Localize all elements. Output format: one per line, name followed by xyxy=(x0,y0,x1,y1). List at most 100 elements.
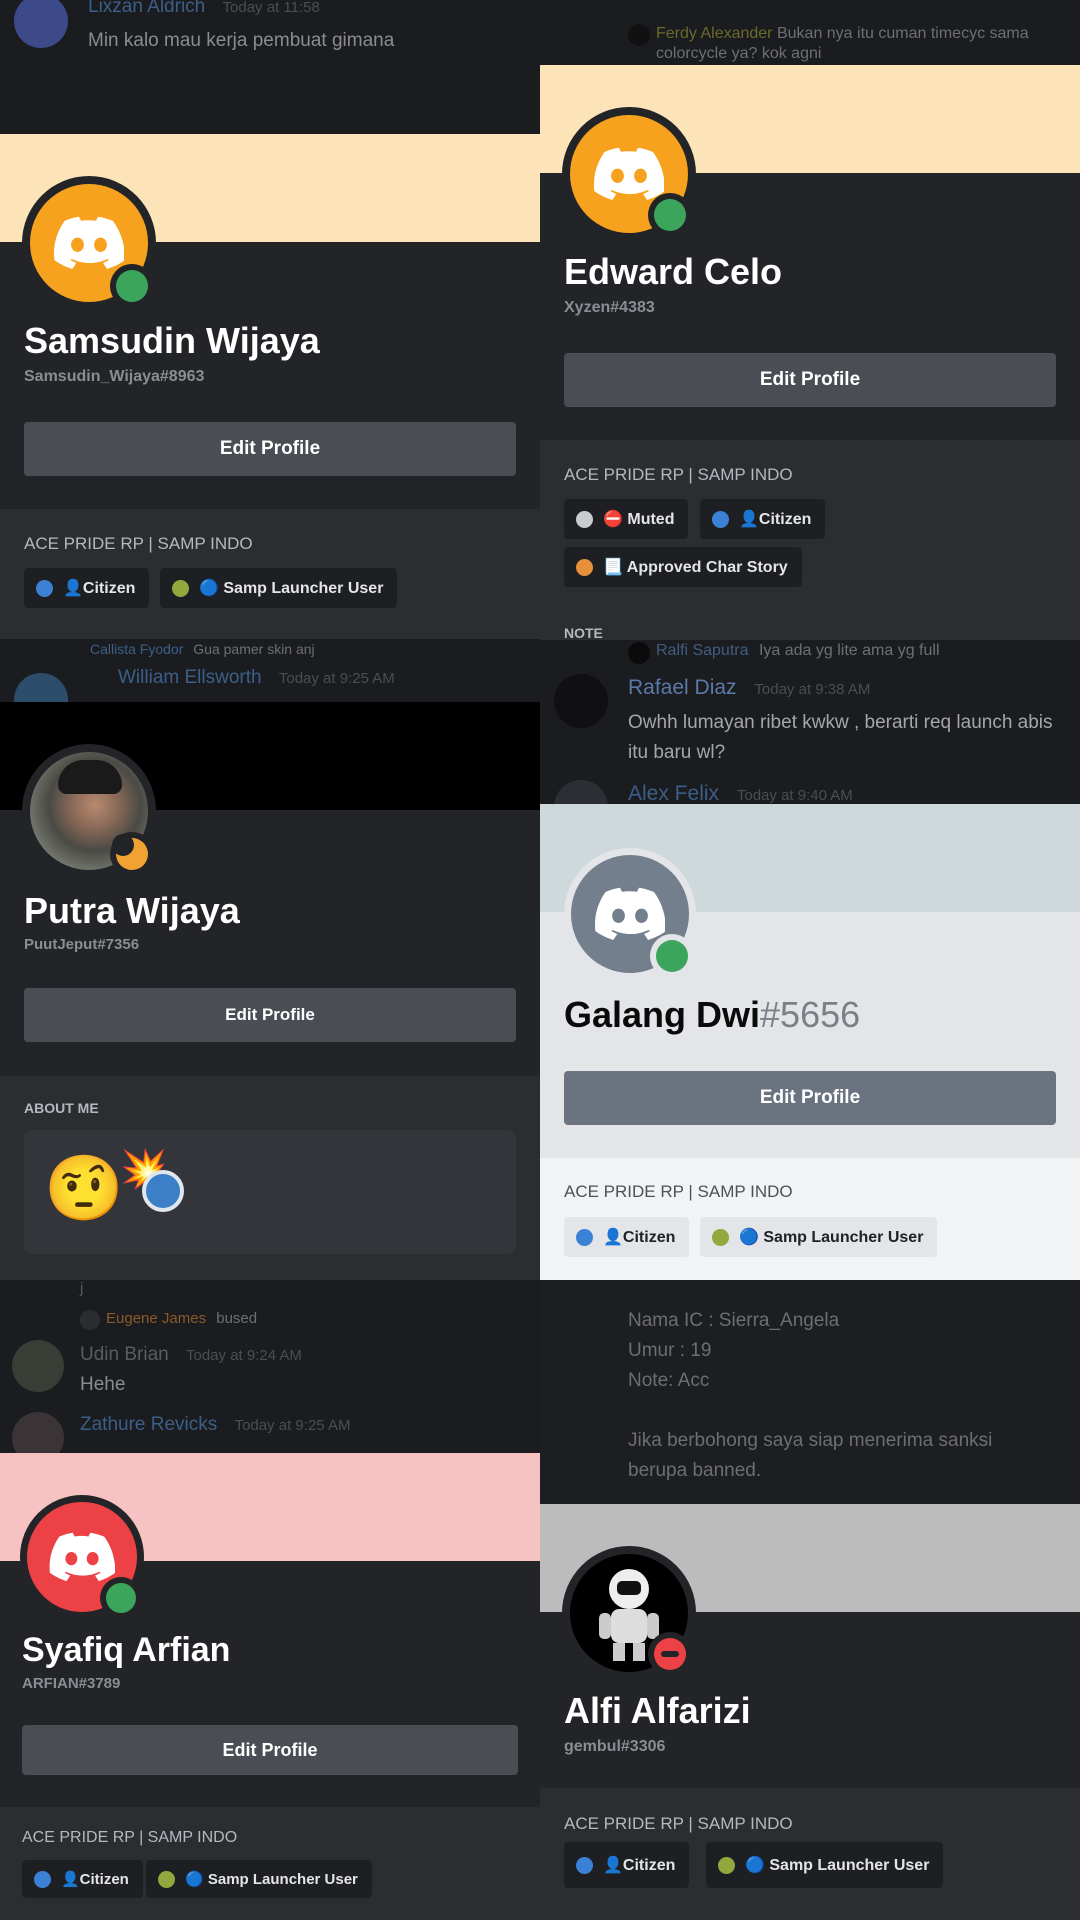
message-line: Note: Acc xyxy=(628,1370,710,1391)
role-label: 🔵 Samp Launcher User xyxy=(745,1857,930,1874)
discord-logo-icon xyxy=(594,147,664,200)
role-color-dot xyxy=(172,579,189,597)
role-citizen[interactable]: 👤Citizen xyxy=(564,1217,690,1257)
moon-cutout xyxy=(112,834,134,856)
message-author[interactable]: Lixzan Aldrich xyxy=(88,0,205,17)
avatar[interactable] xyxy=(12,1412,64,1453)
role-label: 🔵 Samp Launcher User xyxy=(185,1871,358,1888)
role-label: 👤Citizen xyxy=(61,1871,129,1888)
role-color-dot xyxy=(576,510,593,528)
reply-author[interactable]: Ferdy Alexander xyxy=(656,25,773,42)
avatar[interactable] xyxy=(80,1310,100,1330)
edit-profile-button[interactable]: Edit Profile xyxy=(564,353,1056,407)
status-dot xyxy=(656,940,688,972)
hair-shape xyxy=(58,760,122,794)
role-color-dot xyxy=(34,1870,51,1888)
role-citizen[interactable]: 👤Citizen xyxy=(564,1842,690,1888)
avatar[interactable] xyxy=(628,642,650,664)
display-name: Syafiq Arfian xyxy=(22,1631,231,1669)
profile-card-syafiq: Syafiq Arfian ARFIAN#3789 Edit Profile A… xyxy=(0,1453,540,1920)
chat-strip-top-left: Lixzan Aldrich Today at 11:58 Min kalo m… xyxy=(0,0,540,134)
avatar[interactable] xyxy=(14,673,68,702)
role-citizen[interactable]: 👤Citizen xyxy=(700,499,826,539)
display-name: Samsudin Wijaya xyxy=(24,320,320,361)
role-color-dot xyxy=(712,1228,729,1246)
reply-text: Iya ada yg lite ama yg full xyxy=(758,642,940,659)
chat-strip-middle-left: Callista Fyodor Gua pamer skin anj Willi… xyxy=(0,639,540,702)
role-samp-launcher[interactable]: 🔵 Samp Launcher User xyxy=(146,1860,372,1898)
message-author[interactable]: Alex Felix xyxy=(628,782,719,804)
role-label: 👤Citizen xyxy=(603,1857,676,1874)
server-name: ACE PRIDE RP | SAMP INDO xyxy=(24,534,253,553)
chat-strip-top-right: Ferdy Alexander Bukan nya itu cuman time… xyxy=(540,0,1080,65)
edit-profile-button[interactable]: Edit Profile xyxy=(24,988,516,1042)
profile-card-samsudin: Samsudin Wijaya Samsudin_Wijaya#8963 Edi… xyxy=(0,134,540,639)
role-samp-launcher[interactable]: 🔵 Samp Launcher User xyxy=(700,1217,938,1257)
raised-eyebrow-emoji: 🤨 xyxy=(44,1152,124,1224)
avatar[interactable] xyxy=(628,24,650,46)
role-samp-launcher[interactable]: 🔵 Samp Launcher User xyxy=(706,1842,944,1888)
edit-profile-button[interactable]: Edit Profile xyxy=(22,1725,518,1775)
role-color-dot xyxy=(158,1870,175,1888)
edit-profile-button[interactable]: Edit Profile xyxy=(564,1071,1056,1125)
avatar[interactable] xyxy=(554,674,608,728)
message-time: Today at 9:40 AM xyxy=(736,787,853,804)
display-name: Edward Celo xyxy=(564,251,783,292)
message-author[interactable]: Zathure Revicks xyxy=(80,1414,217,1435)
message-author[interactable]: Rafael Diaz xyxy=(628,676,737,699)
display-name: Galang Dwi#5656 xyxy=(564,994,860,1036)
display-name: Putra Wijaya xyxy=(24,890,240,931)
note-heading: NOTE xyxy=(564,625,603,640)
avatar[interactable] xyxy=(14,0,68,48)
status-dot xyxy=(116,270,148,302)
chat-strip-lower-left: j Eugene James bused Udin Brian Today at… xyxy=(0,1280,540,1453)
edit-profile-button[interactable]: Edit Profile xyxy=(24,422,516,476)
role-label: 🔵 Samp Launcher User xyxy=(739,1229,924,1246)
role-label: 👤Citizen xyxy=(739,511,812,528)
username: ARFIAN#3789 xyxy=(22,1675,121,1692)
message-time: Today at 9:25 AM xyxy=(278,670,395,687)
role-samp-launcher[interactable]: 🔵 Samp Launcher User xyxy=(160,568,398,608)
discord-logo-icon xyxy=(49,1532,115,1582)
role-citizen[interactable]: 👤Citizen xyxy=(24,568,150,608)
role-label: 👤Citizen xyxy=(63,580,136,597)
dnd-bar xyxy=(661,1651,679,1657)
message-text: Hehe xyxy=(80,1374,126,1395)
role-color-dot xyxy=(718,1856,735,1874)
message-author[interactable]: William Ellsworth xyxy=(118,667,262,688)
reply-text: bused xyxy=(216,1310,258,1327)
message-text: Owhh lumayan ribet kwkw , berarti req la… xyxy=(628,712,1053,763)
discord-logo-icon xyxy=(54,216,124,269)
role-color-dot xyxy=(576,1856,593,1874)
username: PuutJeput#7356 xyxy=(24,936,140,953)
message-author[interactable]: Udin Brian xyxy=(80,1344,169,1365)
avatar[interactable] xyxy=(12,1340,64,1392)
display-name-text: Galang Dwi xyxy=(564,994,761,1035)
role-muted[interactable]: ⛔ Muted xyxy=(564,499,689,539)
discord-logo-icon xyxy=(595,887,665,940)
server-name: ACE PRIDE RP | SAMP INDO xyxy=(564,1182,793,1201)
status-dot xyxy=(654,199,686,231)
role-color-dot xyxy=(712,510,729,528)
profile-card-edward: Edward Celo Xyzen#4383 Edit Profile ACE … xyxy=(540,65,1080,640)
role-label: ⛔ Muted xyxy=(603,511,675,528)
role-label: 👤Citizen xyxy=(603,1229,676,1246)
role-color-dot xyxy=(36,579,53,597)
role-approved-char-story[interactable]: 📃 Approved Char Story xyxy=(564,547,802,587)
discriminator: #5656 xyxy=(760,994,861,1035)
message-line: berupa banned. xyxy=(628,1460,762,1481)
message-time: Today at 9:38 AM xyxy=(754,681,871,698)
avatar[interactable] xyxy=(554,780,608,804)
username: Xyzen#4383 xyxy=(564,299,655,316)
server-name: ACE PRIDE RP | SAMP INDO xyxy=(564,465,793,484)
reply-author[interactable]: Ralfi Saputra xyxy=(656,642,749,659)
message-text: Min kalo mau kerja pembuat gimana xyxy=(88,30,395,51)
about-me-heading: ABOUT ME xyxy=(24,1100,99,1116)
reply-author[interactable]: Callista Fyodor xyxy=(90,641,183,657)
message-time: Today at 11:58 xyxy=(222,0,320,16)
status-dot xyxy=(106,1583,136,1613)
server-name: ACE PRIDE RP | SAMP INDO xyxy=(564,1814,793,1833)
reply-author[interactable]: Eugene James xyxy=(106,1310,206,1327)
role-citizen[interactable]: 👤Citizen xyxy=(22,1860,143,1898)
message-line: Jika berbohong saya siap menerima sanksi xyxy=(628,1430,993,1451)
